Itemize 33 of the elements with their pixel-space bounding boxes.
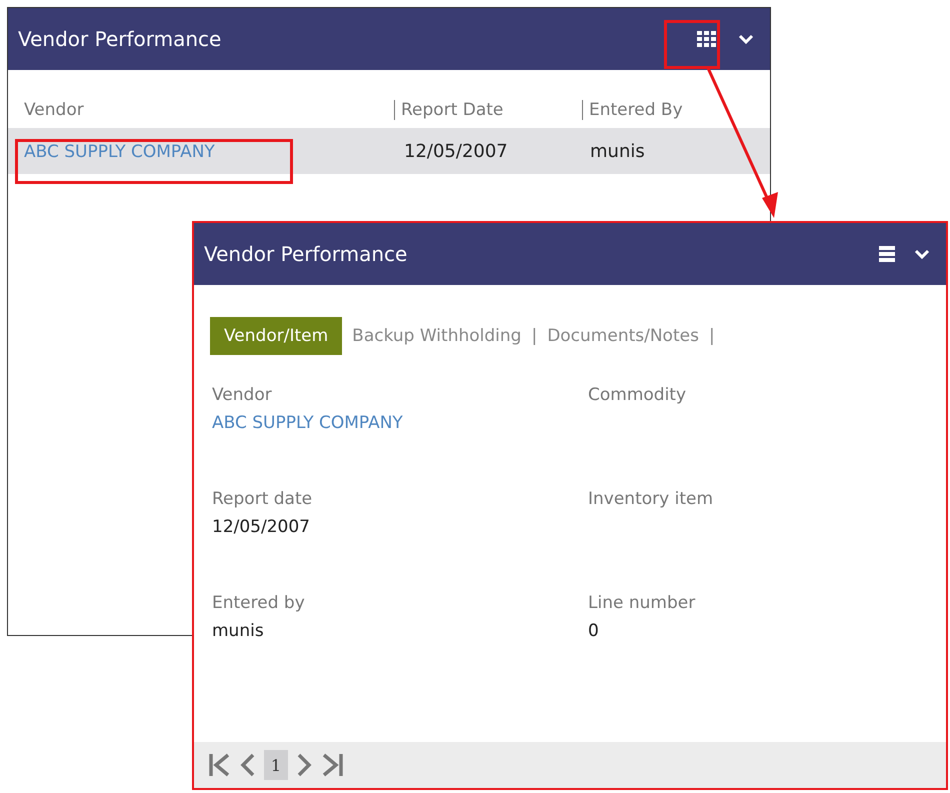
window-title: Vendor Performance — [204, 242, 408, 266]
field-value: 0 — [588, 621, 599, 641]
last-page-icon[interactable] — [320, 752, 344, 778]
previous-page-icon[interactable] — [240, 752, 256, 778]
field-label: Vendor — [212, 385, 272, 405]
chevron-down-icon[interactable] — [738, 33, 754, 45]
field-link[interactable]: ABC SUPPLY COMPANY — [212, 413, 403, 433]
table-cell-text: 12/05/2007 — [404, 140, 509, 162]
column-header[interactable]: Entered By — [582, 100, 770, 120]
field-value: 12/05/2007 — [212, 517, 310, 537]
chevron-down-icon[interactable] — [914, 248, 930, 260]
window-title: Vendor Performance — [18, 27, 222, 51]
table-cell-text: munis — [590, 140, 646, 162]
first-page-icon[interactable] — [208, 752, 232, 778]
column-header[interactable]: Vendor — [24, 100, 394, 120]
field-label: Inventory item — [588, 489, 714, 509]
field-label: Entered by — [212, 593, 305, 613]
tab[interactable]: Vendor/Item — [210, 317, 342, 355]
field-label: Report date — [212, 489, 312, 509]
tab-separator: | — [531, 326, 538, 346]
tab[interactable]: Backup Withholding — [352, 326, 522, 346]
column-header[interactable]: Report Date — [394, 100, 582, 120]
tab[interactable]: Documents/Notes — [547, 326, 699, 346]
tab-separator: | — [708, 326, 715, 346]
field-value: munis — [212, 621, 264, 641]
field-label: Line number — [588, 593, 696, 613]
table-row[interactable]: ABC SUPPLY COMPANY 12/05/2007 munis — [8, 128, 770, 174]
vendor-link[interactable]: ABC SUPPLY COMPANY — [24, 142, 215, 162]
highlight-box — [664, 20, 720, 69]
next-page-icon[interactable] — [296, 752, 312, 778]
menu-icon[interactable] — [878, 244, 896, 264]
page-button[interactable]: 1 — [264, 750, 288, 780]
field-label: Commodity — [588, 385, 686, 405]
